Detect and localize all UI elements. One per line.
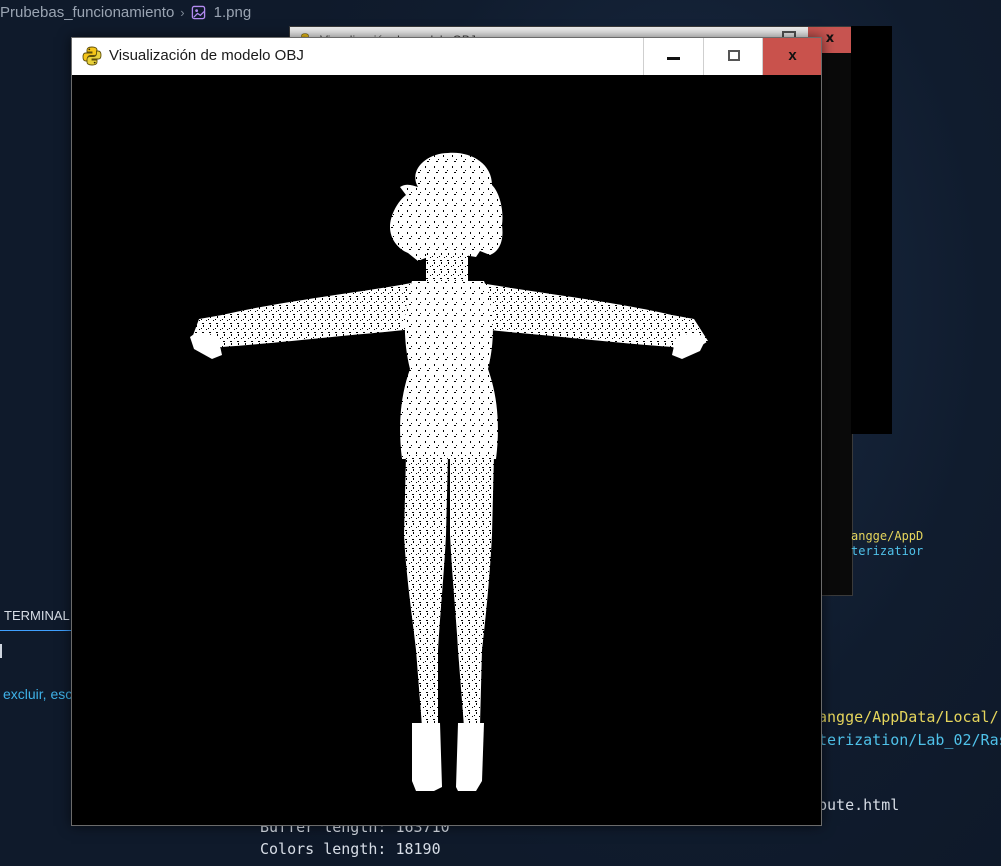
window-titlebar[interactable]: Visualización de modelo OBJ x — [72, 38, 821, 75]
terminal-file-line: bute.html — [818, 796, 900, 814]
back-console-strip — [851, 26, 892, 434]
minimize-icon — [667, 57, 680, 60]
image-file-icon — [191, 5, 205, 19]
maximize-button[interactable] — [703, 38, 762, 75]
minimize-button[interactable] — [643, 38, 702, 75]
main-window[interactable]: Visualización de modelo OBJ x — [71, 37, 822, 826]
back-console-line-2: terizatior — [851, 544, 924, 558]
window-title: Visualización de modelo OBJ — [109, 47, 304, 64]
terminal-colors-line: Colors length: 18190 — [260, 840, 441, 858]
breadcrumb: Prubebas_funcionamiento › 1.png — [0, 0, 251, 24]
breadcrumb-folder[interactable]: Prubebas_funcionamiento — [0, 4, 174, 21]
terminal-path-line-2: terization/Lab_02/Ras — [818, 731, 1001, 749]
maximize-icon — [728, 50, 740, 61]
obj-model-render — [190, 152, 708, 791]
terminal-cursor — [0, 644, 2, 658]
close-button[interactable]: x — [762, 38, 821, 75]
terminal-tab[interactable]: TERMINAL — [0, 604, 74, 631]
close-icon: x — [788, 47, 797, 64]
python-icon — [82, 46, 102, 66]
chevron-right-icon: › — [180, 4, 185, 20]
terminal-path-line: angge/AppData/Local/ — [818, 708, 999, 726]
back-console-line: angge/AppD — [851, 529, 924, 543]
terminal-left-text: excluir, esc — [3, 686, 73, 702]
render-viewport[interactable] — [72, 75, 821, 825]
breadcrumb-file[interactable]: 1.png — [214, 4, 252, 21]
